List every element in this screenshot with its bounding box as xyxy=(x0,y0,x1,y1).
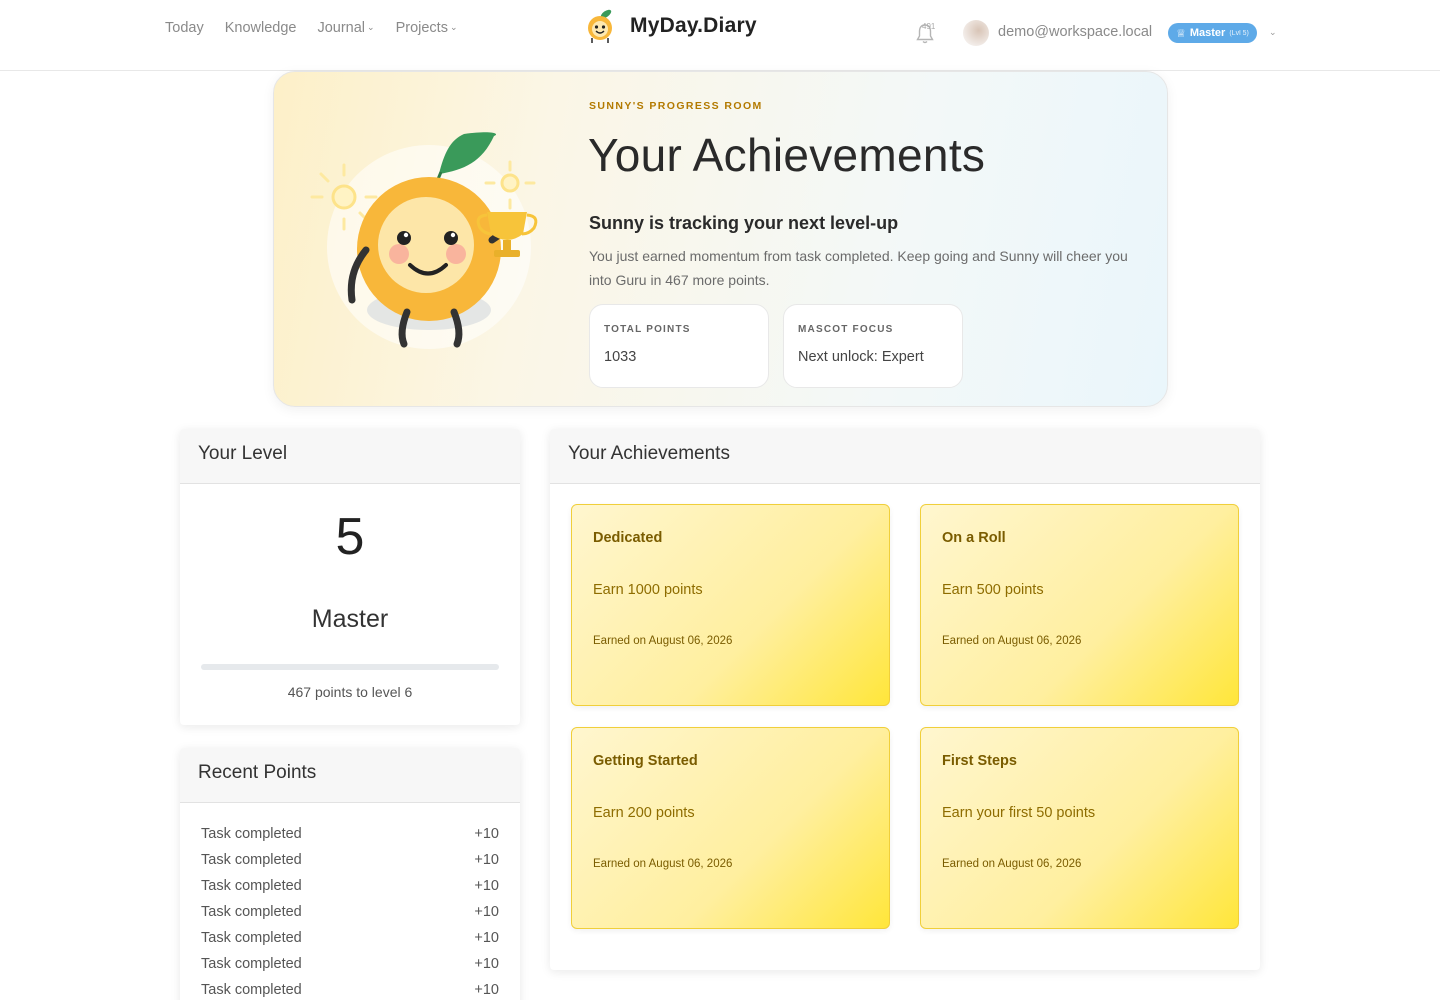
stat-mascot-focus: MASCOT FOCUS Next unlock: Expert xyxy=(783,304,963,388)
notification-count: 491 xyxy=(922,22,936,31)
nav-journal[interactable]: Journal ⌄ xyxy=(317,20,374,36)
level-number: 5 xyxy=(335,508,365,566)
points-row-label: Task completed xyxy=(201,878,302,894)
achievement-description: Earn 500 points xyxy=(942,582,1044,598)
stat-label: TOTAL POINTS xyxy=(604,324,691,335)
achievement-date: Earned on August 06, 2026 xyxy=(593,858,733,870)
hero-eyebrow: SUNNY'S PROGRESS ROOM xyxy=(589,100,763,112)
top-navbar: Today Knowledge Journal ⌄ Projects ⌄ MyDay… xyxy=(0,0,1440,71)
mascot-illustration xyxy=(310,132,538,349)
badge-level: (Lvl 5) xyxy=(1229,29,1249,37)
trophy-icon: ♕ xyxy=(1176,27,1186,40)
chevron-down-icon[interactable]: ⌄ xyxy=(1269,27,1277,38)
points-row: Task completed +10 xyxy=(201,956,499,982)
achievement-title: Getting Started xyxy=(593,753,698,769)
achievement-tile[interactable]: Getting Started Earn 200 points Earned on … xyxy=(571,727,890,929)
achievements-card-title: Your Achievements xyxy=(550,429,1260,484)
avatar[interactable] xyxy=(963,20,989,46)
chevron-down-icon: ⌄ xyxy=(449,22,458,32)
points-row-value: +10 xyxy=(474,878,499,894)
achievement-description: Earn 200 points xyxy=(593,805,695,821)
mascot-logo xyxy=(588,9,612,43)
stat-total-points: TOTAL POINTS 1033 xyxy=(589,304,769,388)
level-note: 467 points to level 6 xyxy=(287,684,413,700)
stat-label: MASCOT FOCUS xyxy=(798,324,894,335)
recent-points-card: Recent Points Task completed +10 Task comp… xyxy=(180,748,520,1000)
level-card-title: Your Level xyxy=(180,429,520,484)
achievement-title: Dedicated xyxy=(593,530,663,546)
points-row-value: +10 xyxy=(474,904,499,920)
achievement-date: Earned on August 06, 2026 xyxy=(942,858,1082,870)
points-row: Task completed +10 xyxy=(201,826,499,852)
nav-journal-label: Journal xyxy=(317,20,366,36)
points-row: Task completed +10 xyxy=(201,878,499,904)
level-name: Master xyxy=(311,605,389,633)
points-row-label: Task completed xyxy=(201,904,302,920)
points-row-value: +10 xyxy=(474,826,499,842)
hero-description: You just earned momentum from task compl… xyxy=(589,248,1128,288)
points-row-value: +10 xyxy=(474,930,499,946)
progress-hero: SUNNY'S PROGRESS ROOM Your Achievements … xyxy=(273,71,1168,407)
nav-knowledge[interactable]: Knowledge xyxy=(225,20,297,36)
points-row-label: Task completed xyxy=(201,826,302,842)
achievement-title: First Steps xyxy=(942,753,1017,769)
points-row-label: Task completed xyxy=(201,930,302,946)
points-row-label: Task completed xyxy=(201,852,302,868)
level-badge[interactable]: ♕ Master (Lvl 5) xyxy=(1168,23,1257,43)
recent-points-list: Task completed +10 Task completed +10 Task c… xyxy=(201,826,499,1000)
level-card: Your Level 5 Master 467 points to level … xyxy=(180,429,520,725)
nav-projects[interactable]: Projects ⌄ xyxy=(396,20,458,36)
points-row-label: Task completed xyxy=(201,982,302,998)
chevron-down-icon: ⌄ xyxy=(367,22,375,32)
recent-points-title: Recent Points xyxy=(180,748,520,803)
achievement-date: Earned on August 06, 2026 xyxy=(593,635,733,647)
badge-label: Master xyxy=(1189,27,1226,39)
stat-value: 1033 xyxy=(604,349,637,365)
achievement-title: On a Roll xyxy=(942,530,1006,546)
points-row: Task completed +10 xyxy=(201,904,499,930)
brand-link[interactable]: MyDay.Diary xyxy=(582,8,757,44)
main-nav: Today Knowledge Journal ⌄ Projects ⌄ xyxy=(165,20,458,36)
achievement-date: Earned on August 06, 2026 xyxy=(942,635,1082,647)
points-row-label: Task completed xyxy=(201,956,302,972)
achievement-tile[interactable]: Dedicated Earn 1000 points Earned on Augus… xyxy=(571,504,890,706)
achievement-tile[interactable]: First Steps Earn your first 50 points Earn… xyxy=(920,727,1239,929)
achievements-card: Your Achievements Dedicated Earn 1000 poi… xyxy=(550,429,1260,970)
user-email[interactable]: demo@workspace.local xyxy=(998,24,1152,40)
brand-name: MyDay.Diary xyxy=(630,14,757,37)
achievement-tile[interactable]: On a Roll Earn 500 points Earned on August… xyxy=(920,504,1239,706)
hero-subtitle: Sunny is tracking your next level-up xyxy=(589,213,899,233)
nav-projects-label: Projects xyxy=(395,20,448,36)
hero-title: Your Achievements xyxy=(588,129,986,181)
points-row: Task completed +10 xyxy=(201,930,499,956)
points-row-value: +10 xyxy=(474,982,499,998)
points-row: Task completed +10 xyxy=(201,982,499,1000)
nav-today[interactable]: Today xyxy=(165,20,204,36)
stat-value: Next unlock: Expert xyxy=(798,349,924,365)
level-progress-bar xyxy=(201,664,499,670)
points-row-value: +10 xyxy=(474,852,499,868)
achievement-description: Earn 1000 points xyxy=(593,582,703,598)
achievement-description: Earn your first 50 points xyxy=(942,805,1096,821)
points-row-value: +10 xyxy=(474,956,499,972)
points-row: Task completed +10 xyxy=(201,852,499,878)
